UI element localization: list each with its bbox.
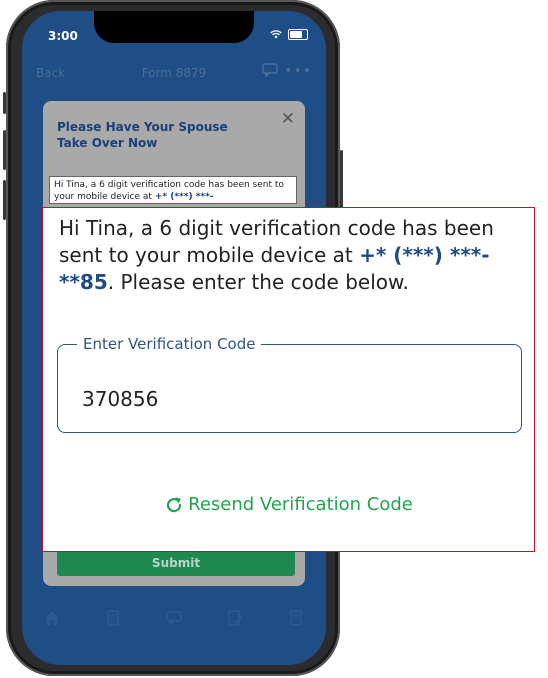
verification-code-input[interactable]: 370856: [82, 387, 158, 411]
home-icon[interactable]: [43, 609, 61, 627]
verification-code-field[interactable]: Enter Verification Code 370856: [57, 334, 522, 433]
battery-icon: [288, 29, 308, 40]
notch: [94, 11, 254, 43]
resend-code-label: Resend Verification Code: [188, 494, 413, 515]
dialog-title: Please Have Your Spouse Take Over Now: [57, 120, 228, 150]
submit-button[interactable]: Submit: [57, 550, 295, 576]
power-button: [340, 150, 343, 214]
dialog-message: Hi Tina, a 6 digit verification code has…: [49, 176, 297, 204]
dialog-masked-number: +* (***) ***-: [154, 192, 214, 202]
volume-up-button: [3, 130, 6, 170]
chat-icon[interactable]: [165, 609, 183, 627]
document-icon[interactable]: [104, 609, 122, 627]
page-title: Form 8879: [141, 66, 207, 80]
zoom-callout: Hi Tina, a 6 digit verification code has…: [42, 207, 535, 552]
chat-icon[interactable]: [262, 63, 278, 77]
edit-document-icon[interactable]: [226, 609, 244, 627]
more-icon[interactable]: •••: [284, 63, 312, 79]
resend-code-button[interactable]: Resend Verification Code: [43, 494, 534, 515]
refresh-icon: [167, 496, 182, 512]
verification-code-label: Enter Verification Code: [77, 334, 262, 354]
verification-message-suffix: . Please enter the code below.: [107, 270, 409, 294]
wifi-icon: [270, 30, 282, 39]
status-time: 3:00: [48, 29, 78, 43]
tab-bar: [22, 596, 326, 640]
silent-switch: [3, 92, 6, 114]
checklist-icon[interactable]: [287, 609, 305, 627]
nav-bar: Back Form 8879 •••: [22, 59, 326, 89]
close-icon[interactable]: ✕: [281, 109, 295, 129]
status-icons: [270, 29, 308, 40]
volume-down-button: [3, 180, 6, 220]
verification-message: Hi Tina, a 6 digit verification code has…: [59, 215, 519, 296]
